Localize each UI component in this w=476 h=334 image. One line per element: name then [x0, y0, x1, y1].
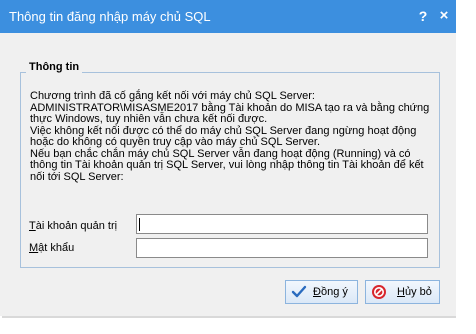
- password-label-text: ật khẩu: [38, 242, 75, 254]
- ok-label-text: ồng ý: [320, 286, 348, 298]
- message-line: Việc không kết nối được có thể do máy ch…: [30, 124, 417, 148]
- checkmark-icon: [291, 285, 307, 298]
- password-input[interactable]: [136, 238, 428, 258]
- cancel-label-text: ủy bỏ: [404, 286, 432, 298]
- window-title: Thông tin đăng nhập máy chủ SQL: [9, 9, 211, 24]
- admin-label-text: ài khoản quản trị: [35, 220, 118, 232]
- cancel-label: Hủy bỏ: [397, 286, 432, 298]
- password-label-mnemonic: M: [29, 242, 39, 254]
- title-bar[interactable]: Thông tin đăng nhập máy chủ SQL ? ×: [0, 0, 456, 33]
- ok-button[interactable]: Đồng ý: [285, 280, 358, 304]
- info-message: Chương trình đã cố gắng kết nối với máy …: [30, 90, 438, 183]
- message-line: Nếu bạn chắc chắn máy chủ SQL Server vẫn…: [30, 147, 424, 183]
- sql-login-dialog: Thông tin đăng nhập máy chủ SQL ? × Thôn…: [0, 0, 456, 316]
- close-button[interactable]: ×: [435, 6, 453, 26]
- ok-mnemonic: Đ: [313, 286, 321, 298]
- background-strip: [456, 0, 476, 334]
- ok-label: Đồng ý: [313, 286, 348, 298]
- admin-account-input[interactable]: [136, 214, 428, 234]
- admin-label-mnemonic: T: [29, 220, 36, 232]
- message-line: Chương trình đã cố gắng kết nối với máy …: [30, 90, 315, 102]
- text-caret: [139, 218, 140, 231]
- cancel-button[interactable]: Hủy bỏ: [365, 280, 440, 304]
- message-line: ADMINISTRATOR\MISASME2017 bằng Tài khoản…: [30, 101, 430, 125]
- password-label: Mật khẩu: [29, 242, 74, 254]
- help-button[interactable]: ?: [414, 6, 432, 26]
- cancel-circle-icon: [372, 285, 386, 299]
- group-legend: Thông tin: [26, 61, 83, 73]
- admin-account-label: Tài khoản quản trị: [29, 220, 117, 232]
- cancel-mnemonic: H: [397, 286, 405, 298]
